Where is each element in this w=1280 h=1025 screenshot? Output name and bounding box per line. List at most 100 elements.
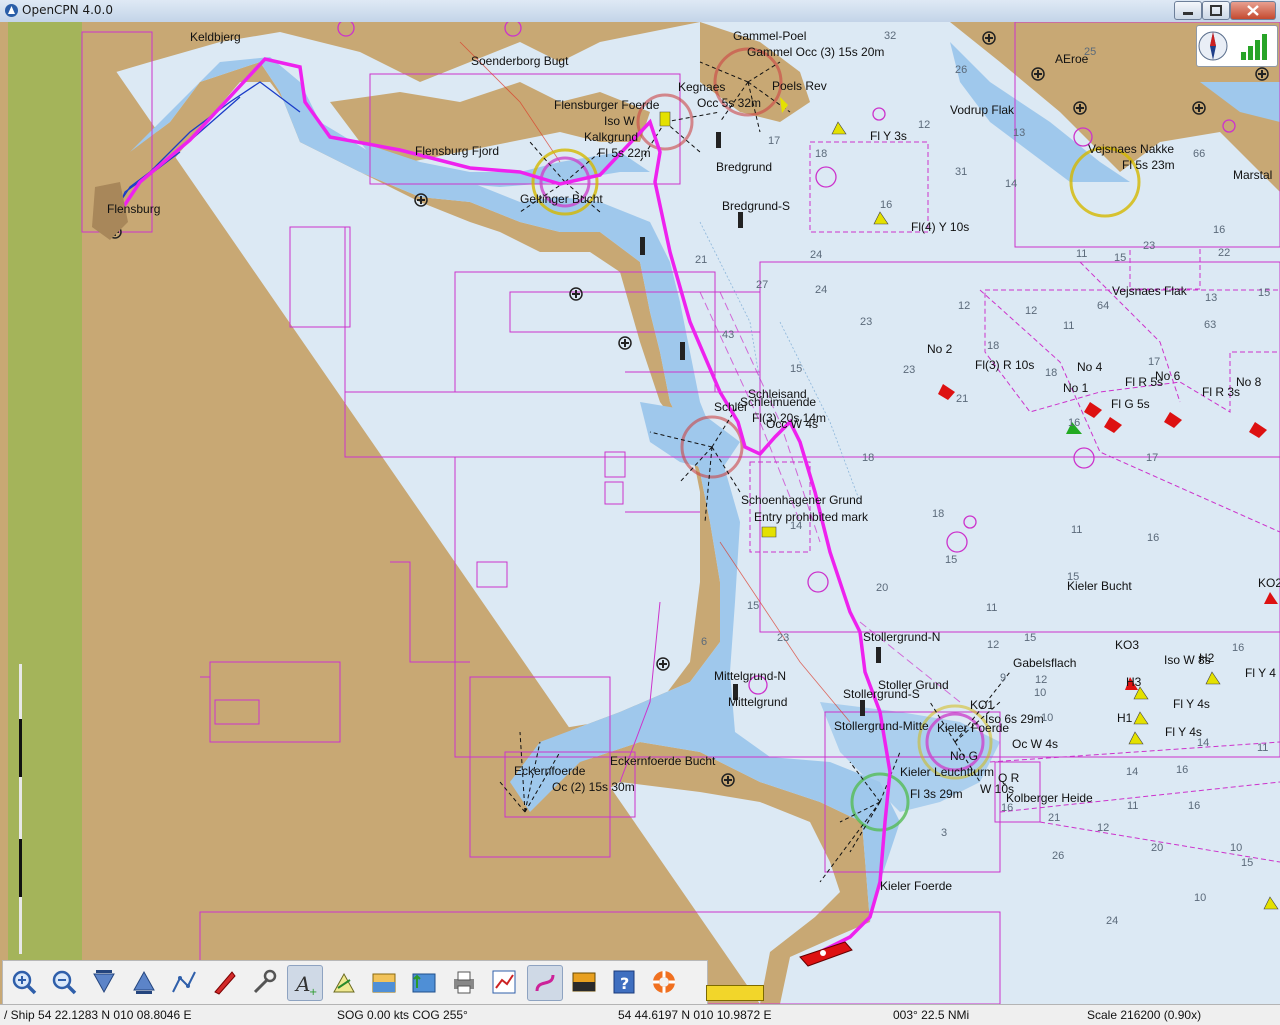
currents-button[interactable] bbox=[407, 965, 441, 999]
depth-sounding: 21 bbox=[695, 254, 708, 266]
maximize-button[interactable] bbox=[1202, 1, 1230, 20]
depth-sounding: 15 bbox=[790, 363, 803, 375]
light-label: Oc (2) 15s 30m bbox=[552, 780, 635, 794]
place-label: Poels Rev bbox=[772, 79, 827, 93]
scale-down-button[interactable] bbox=[87, 965, 121, 999]
depth-sounding: 3 bbox=[941, 827, 948, 839]
depth-sounding: 22 bbox=[1218, 247, 1231, 259]
light-label: Iso W bbox=[604, 114, 635, 128]
depth-sounding: 14 bbox=[1005, 178, 1018, 190]
chart-loading-bar bbox=[706, 985, 764, 1001]
depth-sounding: 16 bbox=[1176, 764, 1189, 776]
main-toolbar: A + ? bbox=[2, 960, 708, 1006]
chart-scale: Scale 216200 (0.90x) bbox=[1087, 1008, 1202, 1022]
buoy-label: No G bbox=[950, 749, 979, 763]
place-label: Flensburg bbox=[107, 202, 161, 216]
chart-canvas[interactable]: Keldbjerg Soenderborg Bugt Gammel-Poel G… bbox=[0, 22, 1280, 1004]
gps-signal-icon bbox=[1241, 34, 1267, 60]
place-label: Schoenhagener Grund bbox=[741, 493, 863, 507]
depth-sounding: 18 bbox=[815, 148, 828, 160]
depth-sounding: 13 bbox=[1013, 127, 1026, 139]
depth-sounding: 26 bbox=[1052, 850, 1065, 862]
chart-scale-bar bbox=[19, 664, 22, 954]
help-button[interactable]: ? bbox=[607, 965, 641, 999]
status-dashboard[interactable] bbox=[1196, 25, 1278, 67]
depth-sounding: 16 bbox=[1188, 800, 1201, 812]
place-label: Geltinger Bucht bbox=[520, 192, 603, 206]
route-manager-button[interactable] bbox=[487, 965, 521, 999]
opencpn-logo-icon bbox=[5, 4, 18, 17]
depth-sounding: 9 bbox=[1000, 672, 1007, 684]
color-scheme-icon bbox=[572, 972, 596, 992]
place-label: Gammel-Poel bbox=[733, 29, 807, 43]
depth-sounding: 18 bbox=[1045, 367, 1058, 379]
nautical-chart[interactable] bbox=[0, 22, 1280, 1004]
track-button[interactable] bbox=[207, 965, 241, 999]
depth-sounding: 31 bbox=[955, 166, 968, 178]
buoy-label: No 2 bbox=[927, 342, 953, 356]
depth-sounding: 11 bbox=[1071, 524, 1083, 536]
close-icon bbox=[1247, 5, 1259, 16]
depth-sounding: 43 bbox=[722, 329, 735, 341]
depth-sounding: 24 bbox=[815, 284, 828, 296]
text-icon: A+ bbox=[294, 972, 317, 997]
depth-sounding: 24 bbox=[1106, 915, 1119, 927]
place-label: Bredgrund bbox=[716, 160, 773, 174]
depth-sounding: 17 bbox=[1148, 356, 1161, 368]
place-label: Mittelgrund-N bbox=[714, 669, 787, 683]
close-button[interactable] bbox=[1230, 1, 1276, 20]
place-label: Flensburg Fjord bbox=[415, 144, 500, 158]
zoom-in-button[interactable] bbox=[7, 965, 41, 999]
place-label: Entry prohibited mark bbox=[754, 510, 869, 524]
buoy-label: KO3 bbox=[1115, 638, 1140, 652]
lifebuoy-button[interactable] bbox=[647, 965, 681, 999]
maximize-icon bbox=[1210, 5, 1222, 16]
depth-sounding: 16 bbox=[1213, 224, 1226, 236]
depth-sounding: 10 bbox=[1041, 712, 1054, 724]
track-on-icon bbox=[535, 974, 555, 992]
color-scheme-button[interactable] bbox=[567, 965, 601, 999]
text-toggle-button[interactable]: A + bbox=[287, 965, 323, 1001]
depth-sounding: 15 bbox=[1024, 632, 1037, 644]
place-label: Keldbjerg bbox=[190, 30, 241, 44]
depth-sounding: 18 bbox=[987, 340, 1000, 352]
light-label: Fl Y 4 bbox=[1245, 666, 1276, 680]
light-label: Iso 6s 29m bbox=[985, 712, 1044, 726]
scale-up-button[interactable] bbox=[127, 965, 161, 999]
light-label: Occ W 4s bbox=[766, 417, 819, 431]
tides-button[interactable] bbox=[367, 965, 401, 999]
depth-sounding: 12 bbox=[1035, 674, 1048, 686]
depth-sounding: 23 bbox=[860, 316, 873, 328]
cursor-bearing-distance: 003° 22.5 NMi bbox=[893, 1008, 970, 1022]
depth-sounding: 14 bbox=[1197, 737, 1210, 749]
place-label: Kieler Leuchtturm bbox=[900, 765, 995, 779]
lifebuoy-icon bbox=[653, 971, 675, 993]
place-label: Bredgrund-S bbox=[722, 199, 791, 213]
mob-button[interactable] bbox=[327, 965, 361, 999]
depth-sounding: 15 bbox=[1114, 252, 1127, 264]
zoom-out-icon bbox=[52, 970, 77, 995]
track-on-button[interactable] bbox=[527, 965, 563, 1001]
zoom-out-button[interactable] bbox=[47, 965, 81, 999]
depth-sounding: 10 bbox=[1194, 892, 1207, 904]
help-icon: ? bbox=[613, 970, 635, 994]
depth-sounding: 20 bbox=[876, 582, 889, 594]
print-button[interactable] bbox=[447, 965, 481, 999]
minimize-button[interactable] bbox=[1174, 1, 1202, 20]
zoom-in-icon bbox=[12, 970, 37, 995]
light-label: Fl 3s 29m bbox=[910, 787, 963, 801]
depth-sounding: 12 bbox=[987, 639, 1000, 651]
light-label: Fl 5s 23m bbox=[1122, 158, 1175, 172]
depth-sounding: 16 bbox=[1068, 417, 1081, 429]
light-label: Oc W 4s bbox=[1012, 737, 1059, 751]
light-label: Fl 5s 22m bbox=[598, 146, 651, 160]
create-route-button[interactable] bbox=[167, 965, 201, 999]
light-label: Fl(4) Y 10s bbox=[911, 220, 970, 234]
depth-sounding: 24 bbox=[810, 249, 823, 261]
place-label: Stollergrund-N bbox=[863, 630, 941, 644]
depth-sounding: 11 bbox=[1076, 248, 1088, 260]
depth-sounding: 15 bbox=[747, 600, 760, 612]
depth-sounding: 15 bbox=[1067, 571, 1080, 583]
buoy-label: KO2 bbox=[1258, 576, 1280, 590]
settings-button[interactable] bbox=[247, 965, 281, 999]
